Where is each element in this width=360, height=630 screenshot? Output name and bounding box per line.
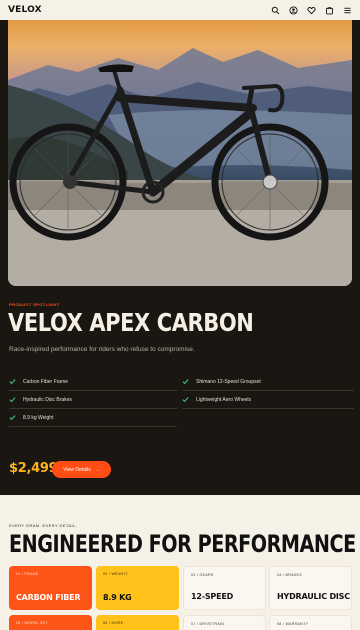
product-eyebrow: PRODUCT SPOTLIGHT	[9, 302, 60, 307]
spec-card-weight[interactable]: 02 / WEIGHT 8.9 KG	[96, 566, 179, 610]
spec-value: CARBON FIBER	[16, 593, 81, 602]
spec-label: 02 / WEIGHT	[103, 572, 128, 576]
feature-item: 8.9 kg Weight	[9, 409, 53, 426]
product-hero: PRODUCT SPOTLIGHT VELOX APEX CARBON Race…	[0, 20, 360, 495]
spec-label: 05 / WHEEL SET	[16, 621, 48, 625]
feature-divider	[9, 426, 177, 427]
feature-item: Hydraulic Disc Brakes	[9, 391, 72, 408]
product-price: $2,499	[9, 461, 58, 476]
spec-card-frame[interactable]: 01 / FRAME CARBON FIBER	[9, 566, 92, 610]
spec-card-brakes[interactable]: 04 / BRAKES HYDRAULIC DISC	[269, 566, 352, 610]
spec-label: 04 / BRAKES	[277, 573, 302, 577]
spec-label: 08 / WARRANTY	[277, 622, 309, 626]
spec-card-warranty[interactable]: 08 / WARRANTY	[269, 615, 352, 630]
feature-label: Lightweight Aero Wheels	[196, 396, 252, 403]
feature-divider	[182, 408, 354, 409]
feature-item: Shimano 12-Speed Groupset	[182, 373, 261, 390]
feature-label: Hydraulic Disc Brakes	[23, 396, 72, 403]
user-icon[interactable]	[289, 5, 298, 15]
spec-label: 06 / MORE	[103, 621, 124, 625]
brand-logo[interactable]: VELOX	[8, 5, 42, 15]
check-icon	[182, 397, 189, 403]
heart-icon[interactable]	[307, 6, 316, 15]
product-photo	[8, 20, 352, 286]
header-actions	[271, 5, 352, 15]
feature-item: Lightweight Aero Wheels	[182, 391, 251, 408]
product-title: VELOX APEX CARBON	[8, 308, 254, 337]
spec-label: 07 / DRIVETRAIN	[191, 622, 225, 626]
spec-label: 01 / FRAME	[16, 572, 39, 576]
top-navigation-bar: VELOX	[0, 0, 360, 20]
spec-value: 12-SPEED	[191, 592, 234, 601]
feature-item: Carbon Fiber Frame	[9, 373, 68, 390]
spec-card-gears[interactable]: 03 / GEARS 12-SPEED	[183, 566, 266, 610]
check-icon	[9, 397, 16, 403]
spec-label: 03 / GEARS	[191, 573, 214, 577]
feature-label: 8.9 kg Weight	[23, 414, 54, 421]
spec-card-more[interactable]: 06 / MORE	[96, 615, 179, 630]
spec-value: 8.9 KG	[103, 593, 132, 602]
cart-icon[interactable]	[325, 6, 334, 15]
bike-illustration	[8, 48, 352, 286]
spec-card-wheelset[interactable]: 05 / WHEEL SET	[9, 615, 92, 630]
specs-title: ENGINEERED FOR PERFORMANCE	[9, 530, 356, 558]
view-details-label: View Details	[63, 466, 91, 473]
check-icon	[182, 379, 189, 385]
spec-value: HYDRAULIC DISC	[277, 592, 350, 601]
view-details-button[interactable]: View Details →	[52, 461, 111, 478]
feature-label: Shimano 12-Speed Groupset	[196, 378, 261, 385]
specs-eyebrow: EVERY GRAM. EVERY DETAIL.	[9, 523, 78, 528]
search-icon[interactable]	[271, 6, 280, 15]
check-icon	[9, 415, 16, 421]
check-icon	[9, 379, 16, 385]
product-description: Race-inspired performance for riders who…	[9, 346, 195, 353]
arrow-right-icon: →	[94, 466, 100, 473]
spec-card-drivetrain[interactable]: 07 / DRIVETRAIN	[183, 615, 266, 630]
menu-icon[interactable]	[343, 6, 352, 15]
feature-label: Carbon Fiber Frame	[23, 378, 69, 385]
